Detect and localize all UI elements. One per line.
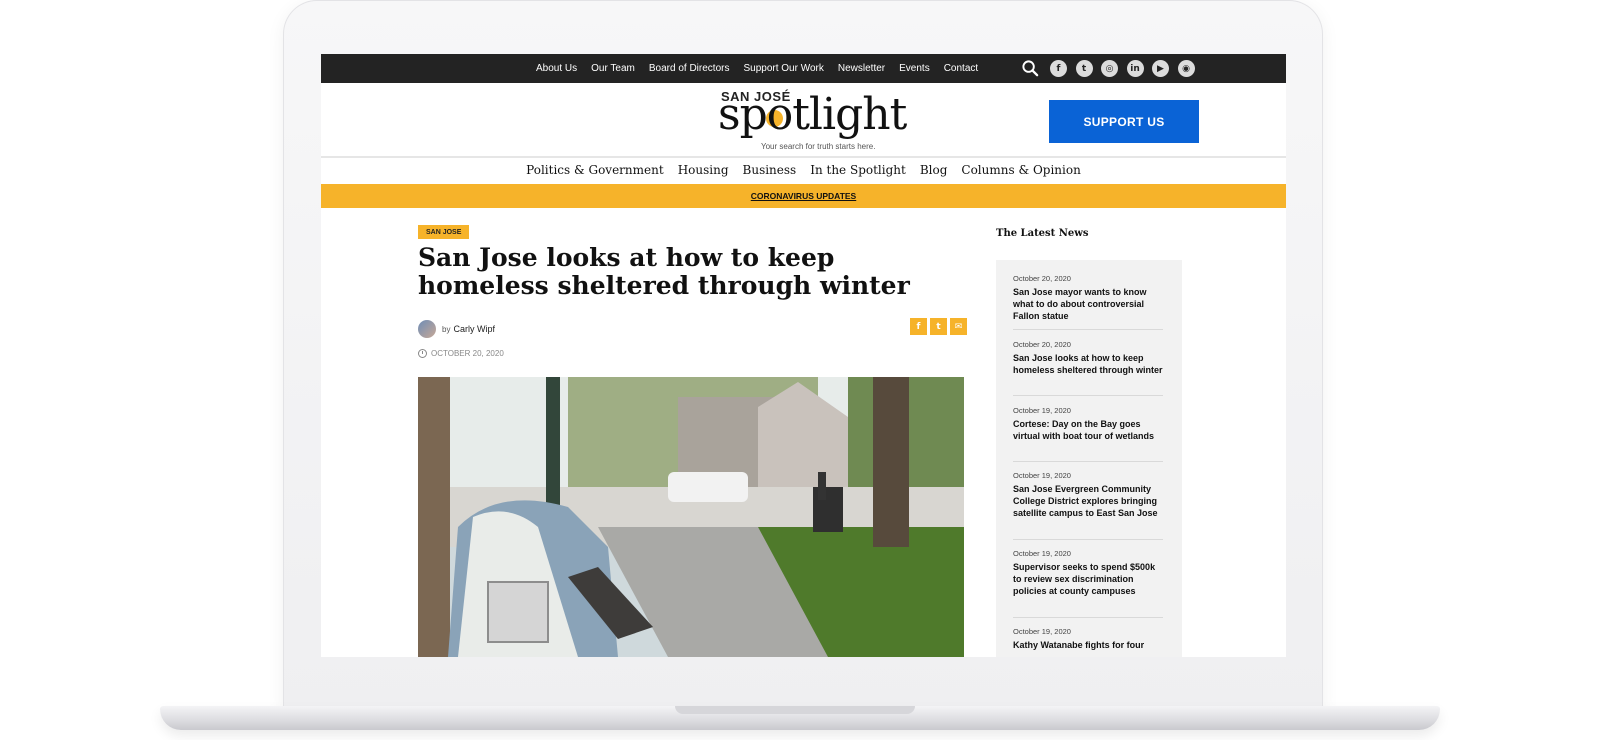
share-twitter-icon[interactable]: t	[930, 318, 947, 335]
divider	[1013, 329, 1163, 330]
main-nav: Politics & Government Housing Business I…	[321, 156, 1286, 184]
top-nav-team[interactable]: Our Team	[591, 63, 635, 74]
linkedin-icon[interactable]: in	[1126, 60, 1144, 77]
list-item[interactable]: October 20, 2020 San Jose mayor wants to…	[1013, 274, 1163, 322]
list-item[interactable]: October 19, 2020 San Jose Evergreen Comm…	[1013, 471, 1163, 519]
youtube-icon[interactable]: ▶	[1152, 60, 1169, 77]
list-item[interactable]: October 19, 2020 Cortese: Day on the Bay…	[1013, 406, 1163, 442]
news-date: October 19, 2020	[1013, 406, 1071, 415]
divider	[1013, 539, 1163, 540]
divider	[1013, 461, 1163, 462]
top-nav-support[interactable]: Support Our Work	[743, 63, 823, 74]
support-us-button[interactable]: SUPPORT US	[1049, 100, 1199, 143]
nav-housing[interactable]: Housing	[678, 163, 729, 177]
clock-icon	[418, 349, 427, 358]
logo-tagline: Your search for truth starts here.	[761, 142, 876, 151]
top-nav-about[interactable]: About Us	[536, 63, 577, 74]
latest-news-list: October 20, 2020 San Jose mayor wants to…	[996, 260, 1182, 657]
top-nav-board[interactable]: Board of Directors	[649, 63, 730, 74]
news-date: October 20, 2020	[1013, 340, 1071, 349]
news-title[interactable]: Cortese: Day on the Bay goes virtual wit…	[1013, 418, 1163, 442]
twitter-icon[interactable]: t	[1075, 60, 1093, 77]
instagram-icon[interactable]: ◎	[1101, 60, 1118, 77]
rss-icon[interactable]: ◉	[1177, 60, 1195, 77]
news-title[interactable]: San Jose Evergreen Community College Dis…	[1013, 483, 1163, 519]
top-nav: About Us Our Team Board of Directors Sup…	[536, 54, 992, 83]
share-email-icon[interactable]: ✉	[950, 318, 967, 335]
divider	[1013, 395, 1163, 396]
avatar[interactable]	[418, 320, 436, 338]
logo-wordmark[interactable]: spotlight	[718, 89, 907, 140]
news-date: October 19, 2020	[1013, 627, 1071, 636]
article-photo	[418, 377, 964, 657]
top-nav-events[interactable]: Events	[899, 63, 930, 74]
alert-bar: CORONAVIRUS UPDATES	[321, 184, 1286, 208]
nav-blog[interactable]: Blog	[920, 163, 948, 177]
news-date: October 20, 2020	[1013, 274, 1071, 283]
top-nav-contact[interactable]: Contact	[944, 63, 978, 74]
byline-prefix: by	[442, 324, 451, 334]
news-title[interactable]: San Jose looks at how to keep homeless s…	[1013, 352, 1163, 376]
facebook-icon[interactable]: f	[1050, 60, 1067, 77]
news-date: October 19, 2020	[1013, 471, 1071, 480]
top-nav-newsletter[interactable]: Newsletter	[838, 63, 885, 74]
site-header: SAN JOSÉ spotlight Your search for truth…	[321, 83, 1286, 158]
nav-columns-opinion[interactable]: Columns & Opinion	[961, 163, 1080, 177]
news-title[interactable]: Supervisor seeks to spend $500k to revie…	[1013, 561, 1163, 597]
list-item[interactable]: October 20, 2020 San Jose looks at how t…	[1013, 340, 1163, 376]
news-title[interactable]: Kathy Watanabe fights for four	[1013, 639, 1163, 651]
search-icon[interactable]	[1021, 59, 1040, 78]
social-links: f t ◎ in ▶ ◉	[1050, 60, 1203, 77]
share-buttons: f t ✉	[907, 318, 967, 335]
nav-in-the-spotlight[interactable]: In the Spotlight	[810, 163, 906, 177]
list-item[interactable]: October 19, 2020 Kathy Watanabe fights f…	[1013, 627, 1163, 651]
article-date: OCTOBER 20, 2020	[418, 349, 504, 358]
article-date-text: OCTOBER 20, 2020	[431, 349, 504, 358]
coronavirus-updates-link[interactable]: CORONAVIRUS UPDATES	[751, 191, 856, 201]
nav-politics[interactable]: Politics & Government	[526, 163, 664, 177]
share-facebook-icon[interactable]: f	[910, 318, 927, 335]
news-title[interactable]: San Jose mayor wants to know what to do …	[1013, 286, 1163, 322]
list-item[interactable]: October 19, 2020 Supervisor seeks to spe…	[1013, 549, 1163, 597]
category-tag[interactable]: SAN JOSE	[418, 225, 470, 239]
author-link[interactable]: Carly Wipf	[453, 324, 495, 334]
top-bar: About Us Our Team Board of Directors Sup…	[321, 54, 1286, 83]
nav-business[interactable]: Business	[743, 163, 797, 177]
news-date: October 19, 2020	[1013, 549, 1071, 558]
divider	[1013, 617, 1163, 618]
laptop-notch	[675, 706, 915, 714]
byline: by Carly Wipf	[418, 320, 495, 338]
article-title: San Jose looks at how to keep homeless s…	[418, 243, 910, 300]
sidebar-heading: The Latest News	[996, 228, 1089, 239]
browser-screen: About Us Our Team Board of Directors Sup…	[321, 54, 1286, 657]
